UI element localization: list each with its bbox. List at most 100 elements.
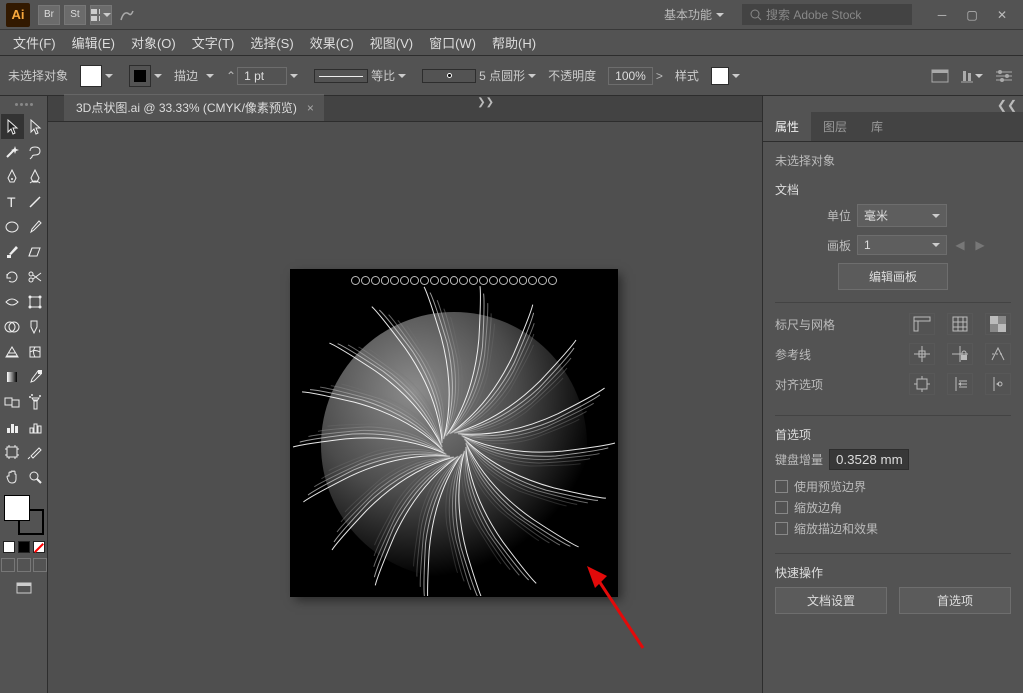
- blend-tool[interactable]: [1, 389, 24, 414]
- menu-help[interactable]: 帮助(H): [485, 30, 543, 55]
- snap-pixel-icon[interactable]: [909, 373, 935, 395]
- bridge-icon[interactable]: Br: [38, 5, 60, 25]
- artboard[interactable]: [291, 270, 617, 596]
- eraser-tool[interactable]: [24, 239, 47, 264]
- chk-scale-corners[interactable]: [775, 501, 788, 514]
- draw-normal[interactable]: [1, 558, 15, 572]
- menu-object[interactable]: 对象(O): [124, 30, 183, 55]
- menu-view[interactable]: 视图(V): [363, 30, 420, 55]
- window-maximize-button[interactable]: ▢: [957, 4, 987, 26]
- control-bar: 未选择对象 描边 ⌃ 1 pt 等比 5 点圆形 不透明度 100% > 样式: [0, 56, 1023, 96]
- artboard-next[interactable]: ▶: [973, 238, 987, 252]
- width-tool[interactable]: [1, 289, 24, 314]
- stroke-weight-field[interactable]: ⌃ 1 pt: [222, 65, 302, 87]
- free-transform-tool[interactable]: [24, 289, 47, 314]
- tab-libraries[interactable]: 库: [859, 112, 895, 141]
- type-tool[interactable]: T: [1, 189, 24, 214]
- draw-behind[interactable]: [17, 558, 31, 572]
- snap-point-icon[interactable]: [947, 373, 973, 395]
- column-graph-tool[interactable]: [1, 414, 24, 439]
- close-tab-icon[interactable]: ×: [307, 101, 314, 115]
- preferences-button[interactable]: 首选项: [899, 587, 1011, 614]
- column-graph-tool-2[interactable]: [24, 414, 47, 439]
- grid-icon[interactable]: [947, 313, 973, 335]
- search-stock-field[interactable]: 搜索 Adobe Stock: [742, 4, 912, 25]
- guides-lock-icon[interactable]: [947, 343, 973, 365]
- menu-edit[interactable]: 编辑(E): [65, 30, 122, 55]
- menu-file[interactable]: 文件(F): [6, 30, 63, 55]
- brush-definition[interactable]: 5 点圆形: [418, 65, 540, 86]
- live-paint-tool[interactable]: [24, 314, 47, 339]
- doc-setup-icon[interactable]: [929, 67, 951, 85]
- draw-inside[interactable]: [33, 558, 47, 572]
- artboard-tool[interactable]: [1, 439, 24, 464]
- menu-select[interactable]: 选择(S): [243, 30, 300, 55]
- stroke-swatch[interactable]: [125, 63, 166, 89]
- rulers-icon[interactable]: [909, 313, 935, 335]
- chk-scale-strokes[interactable]: [775, 522, 788, 535]
- rotate-tool[interactable]: [1, 264, 24, 289]
- eyedropper-tool[interactable]: [24, 364, 47, 389]
- slice-tool[interactable]: [24, 439, 47, 464]
- document-tab[interactable]: 3D点状图.ai @ 33.33% (CMYK/像素预览) ×: [64, 94, 324, 121]
- fill-color[interactable]: [4, 495, 30, 521]
- toolbox-grip[interactable]: [9, 103, 39, 109]
- transparency-grid-icon[interactable]: [985, 313, 1011, 335]
- window-close-button[interactable]: ✕: [987, 4, 1017, 26]
- paintbrush-tool[interactable]: [24, 214, 47, 239]
- symbol-sprayer-tool[interactable]: [24, 389, 47, 414]
- artboard-select[interactable]: 1: [857, 235, 947, 255]
- opacity-field[interactable]: 100% >: [604, 65, 667, 87]
- smart-guides-icon[interactable]: [985, 343, 1011, 365]
- shaper-tool[interactable]: [1, 239, 24, 264]
- key-increment-input[interactable]: [829, 449, 909, 470]
- color-mode-none[interactable]: [33, 541, 45, 553]
- hand-tool[interactable]: [1, 464, 24, 489]
- direct-selection-tool[interactable]: [24, 114, 47, 139]
- selection-tool[interactable]: [1, 114, 24, 139]
- panel-expand-caret[interactable]: ❮❮: [763, 96, 1023, 112]
- arrange-docs-icon[interactable]: [90, 5, 112, 25]
- magic-wand-tool[interactable]: [1, 139, 24, 164]
- fill-swatch[interactable]: [76, 63, 117, 89]
- ellipse-tool[interactable]: [1, 214, 24, 239]
- screen-mode[interactable]: [14, 580, 34, 595]
- perspective-grid-tool[interactable]: [1, 339, 24, 364]
- scissors-tool[interactable]: [24, 264, 47, 289]
- line-tool[interactable]: [24, 189, 47, 214]
- variable-width-profile[interactable]: 等比: [310, 65, 410, 86]
- stock-icon[interactable]: St: [64, 5, 86, 25]
- tab-layers[interactable]: 图层: [811, 112, 859, 141]
- guides-toggle-icon[interactable]: [909, 343, 935, 365]
- selection-status: 未选择对象: [8, 67, 68, 84]
- color-mode-solid[interactable]: [3, 541, 15, 553]
- curvature-tool[interactable]: [24, 164, 47, 189]
- pen-tool[interactable]: [1, 164, 24, 189]
- graphic-style[interactable]: [707, 65, 744, 87]
- tab-properties[interactable]: 属性: [763, 112, 811, 141]
- menu-type[interactable]: 文字(T): [185, 30, 242, 55]
- fill-stroke-swatches[interactable]: [4, 495, 44, 535]
- workspace-switcher[interactable]: 基本功能: [656, 4, 732, 25]
- window-minimize-button[interactable]: ─: [927, 4, 957, 26]
- lasso-tool[interactable]: [24, 139, 47, 164]
- edit-artboards-button[interactable]: 编辑画板: [838, 263, 948, 290]
- zoom-tool[interactable]: [24, 464, 47, 489]
- chk-preview-bounds[interactable]: [775, 480, 788, 493]
- artboard-prev[interactable]: ◀: [953, 238, 967, 252]
- document-setup-button[interactable]: 文档设置: [775, 587, 887, 614]
- align-icon[interactable]: [961, 67, 983, 85]
- snap-grid-icon[interactable]: [985, 373, 1011, 395]
- menu-effect[interactable]: 效果(C): [303, 30, 361, 55]
- canvas[interactable]: ❯❯ 3D点状图.ai @ 33.33% (CMYK/像素预览) ×: [48, 96, 762, 693]
- units-select[interactable]: 毫米: [857, 204, 947, 227]
- prefs-icon[interactable]: [993, 67, 1015, 85]
- shape-builder-tool[interactable]: [1, 314, 24, 339]
- panel-collapse-caret[interactable]: ❯❯: [477, 97, 494, 108]
- stroke-panel-caret[interactable]: [206, 74, 214, 78]
- mesh-tool[interactable]: [24, 339, 47, 364]
- gpu-icon[interactable]: [116, 5, 138, 25]
- color-mode-gradient[interactable]: [18, 541, 30, 553]
- gradient-tool[interactable]: [1, 364, 24, 389]
- menu-window[interactable]: 窗口(W): [422, 30, 483, 55]
